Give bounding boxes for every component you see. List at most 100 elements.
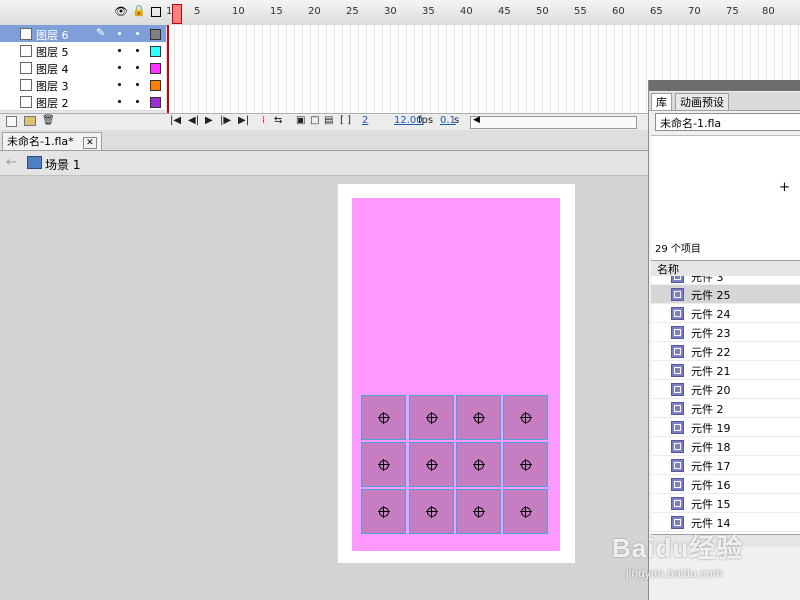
visibility-dot[interactable] bbox=[118, 32, 121, 35]
symbol-instance[interactable] bbox=[503, 489, 548, 534]
movieclip-symbol-icon bbox=[671, 402, 684, 415]
library-item[interactable]: 元件 24 bbox=[651, 304, 800, 323]
symbol-instance[interactable] bbox=[361, 442, 406, 487]
tab-library[interactable]: 库 bbox=[651, 93, 672, 110]
first-frame-icon[interactable]: |◀ bbox=[170, 115, 181, 126]
library-file-select[interactable]: 未命名-1.fla bbox=[655, 113, 800, 131]
layer-row[interactable]: 图层 6 ✎ bbox=[0, 25, 166, 43]
outline-icon[interactable] bbox=[151, 7, 161, 17]
symbol-instance[interactable] bbox=[361, 489, 406, 534]
layer-row[interactable]: 图层 2 bbox=[0, 93, 166, 111]
symbol-instance[interactable] bbox=[409, 395, 454, 440]
movieclip-symbol-icon bbox=[671, 478, 684, 491]
library-item[interactable]: 元件 23 bbox=[651, 323, 800, 342]
onion-markers-icon[interactable]: [ ] bbox=[340, 115, 351, 126]
step-forward-icon[interactable]: |▶ bbox=[220, 115, 231, 126]
lock-dot[interactable] bbox=[136, 83, 139, 86]
visibility-dot[interactable] bbox=[118, 66, 121, 69]
eye-icon[interactable]: 👁 bbox=[114, 5, 128, 18]
center-frame-icon[interactable]: ⁞ bbox=[262, 115, 265, 126]
lock-dot[interactable] bbox=[136, 100, 139, 103]
registration-point-icon bbox=[425, 411, 438, 424]
layer-icon bbox=[20, 79, 32, 91]
library-tabs: 库 动画预设 bbox=[649, 92, 800, 111]
document-tab[interactable]: 未命名-1.fla* ✕ bbox=[2, 132, 102, 150]
library-item-name: 元件 17 bbox=[691, 460, 731, 473]
library-item[interactable]: 元件 20 bbox=[651, 380, 800, 399]
layer-row[interactable]: 图层 5 bbox=[0, 42, 166, 60]
play-icon[interactable]: ▶ bbox=[205, 115, 213, 126]
movieclip-symbol-icon bbox=[671, 440, 684, 453]
library-item-name: 元件 23 bbox=[691, 327, 731, 340]
onion-skin-icon[interactable]: ▣ bbox=[296, 115, 305, 126]
symbol-instance[interactable] bbox=[409, 442, 454, 487]
tab-motion-presets[interactable]: 动画预设 bbox=[675, 93, 729, 110]
registration-point-icon bbox=[472, 505, 485, 518]
library-item[interactable]: 元件 15 bbox=[651, 494, 800, 513]
library-item[interactable]: 元件 17 bbox=[651, 456, 800, 475]
scroll-left-icon[interactable]: ◀ bbox=[473, 115, 480, 125]
symbol-instance[interactable] bbox=[456, 395, 501, 440]
frame-number: 1 bbox=[166, 6, 173, 17]
trash-icon[interactable]: 🗑 bbox=[42, 115, 55, 126]
watermark-brand: Baidu经验 bbox=[612, 533, 744, 563]
library-item[interactable]: 元件 19 bbox=[651, 418, 800, 437]
lock-icon[interactable]: 🔒 bbox=[132, 4, 146, 17]
timeline-hscrollbar[interactable]: ◀ bbox=[470, 115, 637, 129]
library-item[interactable]: 元件 22 bbox=[651, 342, 800, 361]
movieclip-symbol-icon bbox=[671, 459, 684, 472]
layer-icon bbox=[20, 45, 32, 57]
lock-dot[interactable] bbox=[136, 49, 139, 52]
movieclip-symbol-icon bbox=[671, 288, 684, 301]
symbol-instance[interactable] bbox=[361, 395, 406, 440]
library-column-header[interactable]: 名称 bbox=[651, 260, 800, 277]
visibility-dot[interactable] bbox=[118, 83, 121, 86]
symbol-instance[interactable] bbox=[456, 442, 501, 487]
pencil-icon: ✎ bbox=[96, 26, 106, 39]
library-item[interactable]: 元件 3 bbox=[651, 276, 800, 285]
layer-row[interactable]: 图层 3 bbox=[0, 76, 166, 94]
library-item[interactable]: 元件 2 bbox=[651, 399, 800, 418]
layer-color-swatch[interactable] bbox=[150, 29, 161, 40]
visibility-dot[interactable] bbox=[118, 49, 121, 52]
layer-color-swatch[interactable] bbox=[150, 80, 161, 91]
library-item[interactable]: 元件 18 bbox=[651, 437, 800, 456]
loop-icon[interactable]: ⇆ bbox=[274, 115, 282, 126]
panel-grip[interactable] bbox=[649, 80, 800, 91]
library-item[interactable]: 元件 21 bbox=[651, 361, 800, 380]
last-frame-icon[interactable]: ▶| bbox=[238, 115, 249, 126]
scene-label[interactable]: 场景 1 bbox=[45, 156, 80, 173]
lock-dot[interactable] bbox=[136, 66, 139, 69]
back-arrow-icon[interactable]: ← bbox=[6, 155, 17, 170]
layer-icon bbox=[20, 62, 32, 74]
new-folder-icon[interactable] bbox=[24, 116, 36, 126]
visibility-dot[interactable] bbox=[118, 100, 121, 103]
movieclip-symbol-icon bbox=[671, 383, 684, 396]
layer-color-swatch[interactable] bbox=[150, 97, 161, 108]
close-icon[interactable]: ✕ bbox=[83, 137, 97, 149]
watermark-url: jingyan.baidu.com bbox=[626, 566, 723, 580]
lock-dot[interactable] bbox=[136, 32, 139, 35]
step-back-icon[interactable]: ◀| bbox=[188, 115, 199, 126]
onion-outline-icon[interactable]: □ bbox=[310, 115, 319, 126]
frame-number: 50 bbox=[536, 6, 549, 17]
library-list[interactable]: 元件 3 元件 25 元件 24 元件 23 元件 22 元件 21 元件 20 元件 2 元件… bbox=[651, 276, 800, 534]
layer-color-swatch[interactable] bbox=[150, 46, 161, 57]
layer-icon bbox=[20, 96, 32, 108]
playhead[interactable] bbox=[172, 4, 182, 24]
current-frame-value[interactable]: 2 bbox=[362, 115, 368, 126]
edit-multiple-icon[interactable]: ▤ bbox=[324, 115, 333, 126]
new-layer-icon[interactable] bbox=[6, 116, 17, 127]
layer-row[interactable]: 图层 4 bbox=[0, 59, 166, 77]
movieclip-symbol-icon bbox=[671, 345, 684, 358]
library-item[interactable]: 元件 25 bbox=[651, 285, 800, 304]
symbol-instance[interactable] bbox=[409, 489, 454, 534]
symbol-instance[interactable] bbox=[503, 395, 548, 440]
symbol-instance[interactable] bbox=[456, 489, 501, 534]
frame-number: 80 bbox=[762, 6, 775, 17]
layer-color-swatch[interactable] bbox=[150, 63, 161, 74]
symbol-instance[interactable] bbox=[503, 442, 548, 487]
registration-point-icon bbox=[519, 505, 532, 518]
library-item[interactable]: 元件 16 bbox=[651, 475, 800, 494]
movieclip-symbol-icon bbox=[671, 497, 684, 510]
